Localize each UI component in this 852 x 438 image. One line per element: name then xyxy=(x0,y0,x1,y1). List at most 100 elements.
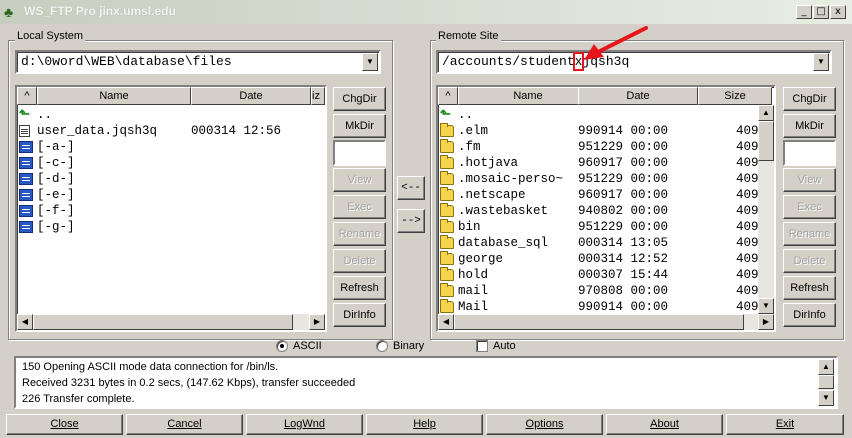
remote-chgdir-button[interactable]: ChgDir xyxy=(783,87,836,111)
help-button[interactable]: Help xyxy=(366,414,483,435)
local-size-header[interactable]: iz xyxy=(311,87,325,105)
minimize-button[interactable]: _ xyxy=(796,5,812,19)
scroll-up-icon[interactable]: ▲ xyxy=(758,105,774,121)
remote-row[interactable]: database_sql 000314 13:05 409 xyxy=(438,235,774,251)
remote-row[interactable]: .netscape 960917 00:00 409 xyxy=(438,187,774,203)
local-row[interactable]: [-d-] xyxy=(17,171,325,187)
logwnd-button[interactable]: LogWnd xyxy=(246,414,363,435)
scroll-down-icon[interactable]: ▼ xyxy=(758,298,774,314)
local-path-combo[interactable]: d:\0word\WEB\database\files ▼ xyxy=(15,50,381,74)
local-name-cell: [-f-] xyxy=(37,204,75,218)
log-panel[interactable]: 150 Opening ASCII mode data connection f… xyxy=(14,356,838,409)
remote-row[interactable]: .hotjava 960917 00:00 409 xyxy=(438,155,774,171)
logwnd-button-label: LogWnd xyxy=(284,418,325,430)
file-icon xyxy=(19,125,30,137)
scroll-down-icon[interactable]: ▼ xyxy=(818,390,834,406)
local-exec-button[interactable]: Exec xyxy=(333,195,386,219)
options-button[interactable]: Options xyxy=(486,414,603,435)
local-row[interactable]: [-c-] xyxy=(17,155,325,171)
remote-refresh-button[interactable]: Refresh xyxy=(783,276,836,300)
local-file-list[interactable]: ^ Name Date iz ⬑.. user_data.jqsh3q 000314… xyxy=(15,85,327,332)
remote-hscrollbar[interactable]: ◀ ▶ xyxy=(438,314,774,330)
remote-vscrollbar[interactable]: ▲ ▼ xyxy=(758,105,774,314)
remote-exec-button[interactable]: Exec xyxy=(783,195,836,219)
local-name-cell: [-g-] xyxy=(37,220,75,234)
remote-row[interactable]: bin 951229 00:00 409 xyxy=(438,219,774,235)
drive-icon xyxy=(19,189,33,201)
local-filter-box[interactable] xyxy=(333,140,386,166)
scroll-right-icon[interactable]: ▶ xyxy=(309,314,325,330)
auto-checkbox[interactable] xyxy=(476,340,488,352)
remote-sort-header[interactable]: ^ xyxy=(438,87,458,105)
local-chgdir-button[interactable]: ChgDir xyxy=(333,87,386,111)
transfer-to-local-button[interactable]: <-- xyxy=(397,176,425,200)
remote-mkdir-button[interactable]: MkDir xyxy=(783,114,836,138)
binary-radio[interactable] xyxy=(376,340,388,352)
close-window-button[interactable]: x xyxy=(830,5,846,19)
remote-row[interactable]: .fm 951229 00:00 409 xyxy=(438,139,774,155)
remote-row[interactable]: .elm 990914 00:00 409 xyxy=(438,123,774,139)
local-view-button[interactable]: View xyxy=(333,168,386,192)
remote-date-header[interactable]: Date xyxy=(578,87,698,105)
remote-row[interactable]: .wastebasket 940802 00:00 409 xyxy=(438,203,774,219)
local-row[interactable]: ⬑.. xyxy=(17,107,325,123)
remote-size-header[interactable]: Size xyxy=(698,87,772,105)
maximize-button[interactable]: □ xyxy=(813,5,829,19)
folder-icon xyxy=(440,283,454,297)
log-vscroll-thumb[interactable] xyxy=(818,375,834,389)
remote-name-header[interactable]: Name xyxy=(458,87,598,105)
folder-icon xyxy=(440,203,454,217)
cancel-button[interactable]: Cancel xyxy=(126,414,243,435)
local-name-header[interactable]: Name xyxy=(37,87,191,105)
remote-file-list[interactable]: ^ Name Date Size ⬑.. .elm 990914 00:00 409.… xyxy=(436,85,776,332)
remote-row[interactable]: ⬑.. xyxy=(438,107,774,123)
remote-date-cell: 970808 00:00 xyxy=(578,284,669,298)
remote-delete-button[interactable]: Delete xyxy=(783,249,836,273)
local-row[interactable]: [-a-] xyxy=(17,139,325,155)
remote-hscroll-thumb[interactable] xyxy=(454,314,744,330)
scroll-right-icon[interactable]: ▶ xyxy=(758,314,774,330)
local-dirinfo-button[interactable]: DirInfo xyxy=(333,303,386,327)
local-delete-button[interactable]: Delete xyxy=(333,249,386,273)
local-row[interactable]: user_data.jqsh3q 000314 12:56 xyxy=(17,123,325,139)
scroll-up-icon[interactable]: ▲ xyxy=(818,359,834,375)
local-rename-button[interactable]: Rename xyxy=(333,222,386,246)
remote-dirinfo-button[interactable]: DirInfo xyxy=(783,303,836,327)
local-row[interactable]: [-e-] xyxy=(17,187,325,203)
close-button[interactable]: Close xyxy=(6,414,123,435)
remote-rename-button[interactable]: Rename xyxy=(783,222,836,246)
local-refresh-button[interactable]: Refresh xyxy=(333,276,386,300)
remote-size-cell: 409 xyxy=(736,220,759,234)
exit-button[interactable]: Exit xyxy=(726,414,844,435)
remote-row[interactable]: george 000314 12:52 409 xyxy=(438,251,774,267)
remote-vscroll-thumb[interactable] xyxy=(758,121,774,161)
remote-name-cell: .hotjava xyxy=(458,156,519,170)
scroll-left-icon[interactable]: ◀ xyxy=(17,314,33,330)
about-button[interactable]: About xyxy=(606,414,723,435)
remote-filter-box[interactable] xyxy=(783,140,836,166)
remote-name-cell: mail xyxy=(458,284,489,298)
chevron-down-icon[interactable]: ▼ xyxy=(813,53,829,71)
remote-row[interactable]: hold 000307 15:44 409 xyxy=(438,267,774,283)
scroll-left-icon[interactable]: ◀ xyxy=(438,314,454,330)
transfer-to-remote-button[interactable]: --> xyxy=(397,209,425,233)
ascii-radio[interactable] xyxy=(276,340,288,352)
remote-row[interactable]: mail 970808 00:00 409 xyxy=(438,283,774,299)
local-hscrollbar[interactable]: ◀ ▶ xyxy=(17,314,325,330)
cancel-button-label: Cancel xyxy=(167,418,202,430)
log-vscrollbar[interactable]: ▲ ▼ xyxy=(818,359,834,406)
local-row[interactable]: [-f-] xyxy=(17,203,325,219)
remote-view-button[interactable]: View xyxy=(783,168,836,192)
local-date-header[interactable]: Date xyxy=(191,87,311,105)
remote-name-cell: bin xyxy=(458,220,481,234)
chevron-down-icon[interactable]: ▼ xyxy=(362,53,378,71)
local-hscroll-thumb[interactable] xyxy=(33,314,293,330)
local-row[interactable]: [-g-] xyxy=(17,219,325,235)
remote-name-cell: george xyxy=(458,252,504,266)
remote-row[interactable]: Mail 990914 00:00 409 xyxy=(438,299,774,315)
local-sort-header[interactable]: ^ xyxy=(17,87,37,105)
exit-button-label: Exit xyxy=(775,418,795,430)
local-mkdir-button[interactable]: MkDir xyxy=(333,114,386,138)
remote-row[interactable]: .mosaic-perso~ 951229 00:00 409 xyxy=(438,171,774,187)
remote-size-cell: 409 xyxy=(736,300,759,314)
